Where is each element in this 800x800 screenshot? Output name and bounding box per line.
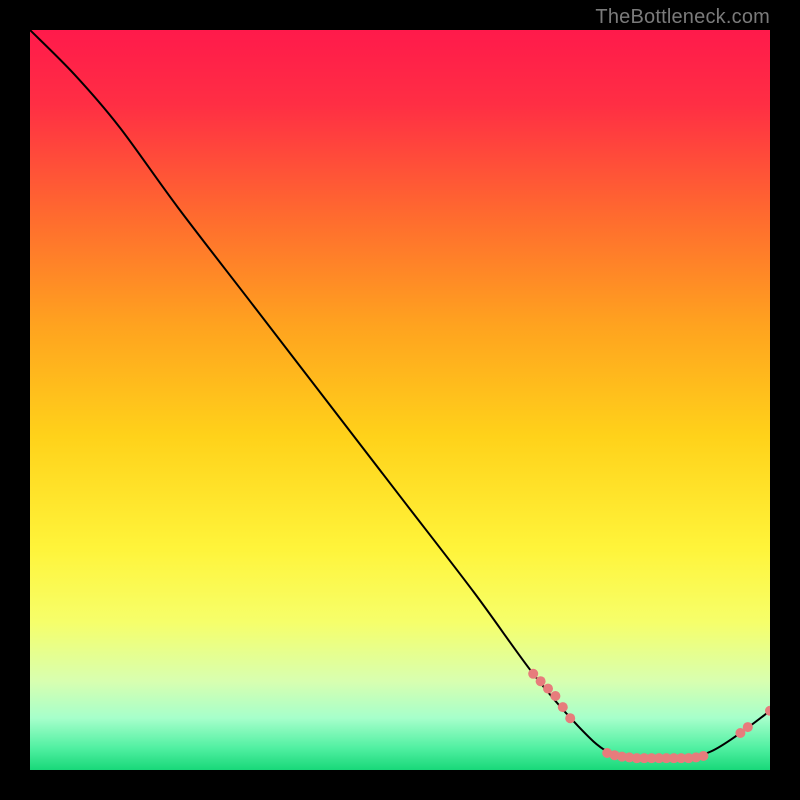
chart-stage: TheBottleneck.com (0, 0, 800, 800)
data-point (528, 669, 538, 679)
data-point (698, 751, 708, 761)
data-point (550, 691, 560, 701)
chart-svg (30, 30, 770, 770)
data-point (558, 702, 568, 712)
watermark-text: TheBottleneck.com (595, 6, 770, 29)
gradient-background (30, 30, 770, 770)
data-point (543, 684, 553, 694)
data-point (565, 713, 575, 723)
data-point (536, 676, 546, 686)
data-point (743, 722, 753, 732)
chart-plot-area (30, 30, 770, 770)
